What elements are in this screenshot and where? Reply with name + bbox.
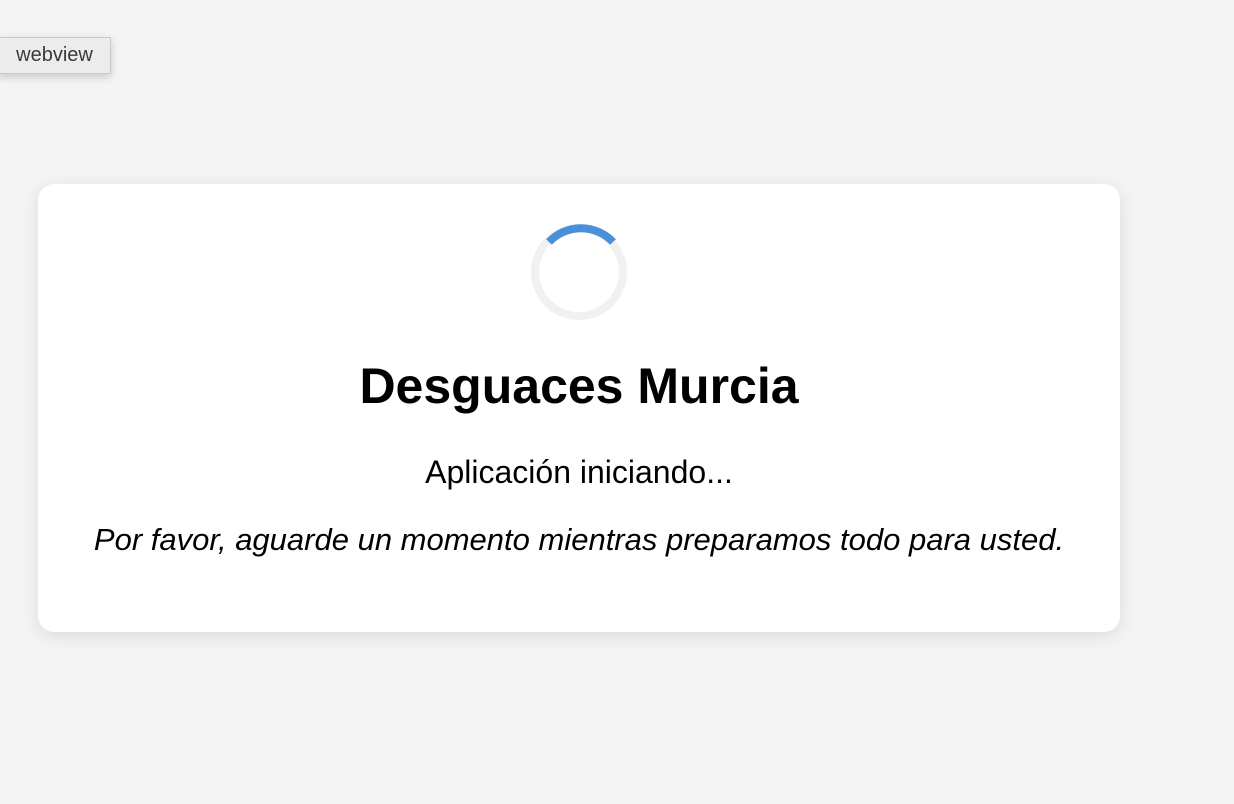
wait-message: Por favor, aguarde un momento mientras p… [93,522,1065,557]
startup-status-text: Aplicación iniciando... [425,454,733,490]
webview-tag: webview [0,37,111,74]
loading-card: Desguaces Murcia Aplicación iniciando...… [38,184,1120,632]
app-title: Desguaces Murcia [359,358,799,414]
webview-tag-label: webview [16,44,93,66]
loading-spinner-icon [531,224,627,320]
